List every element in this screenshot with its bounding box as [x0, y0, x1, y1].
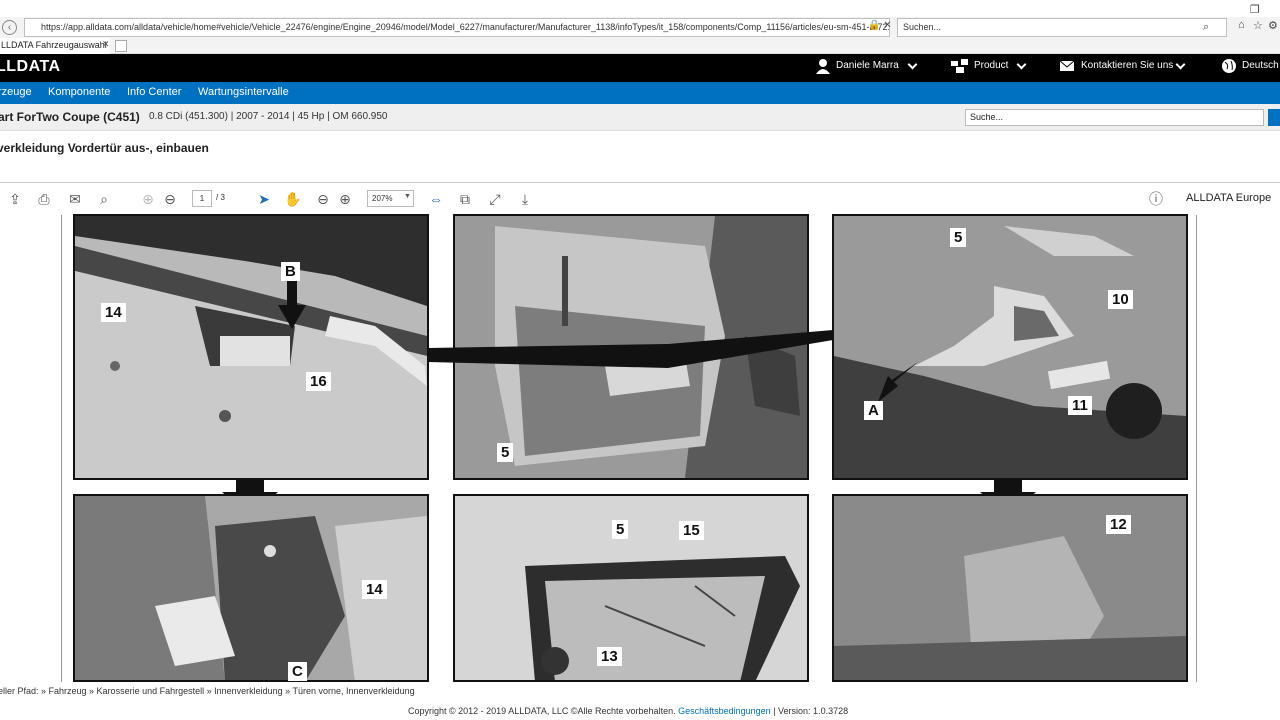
- user-icon: [816, 59, 830, 74]
- fullscreen-icon[interactable]: ⤢: [486, 190, 504, 208]
- download-icon[interactable]: ⤓: [516, 190, 534, 208]
- arrow-down-icon: [278, 305, 306, 329]
- callout-label: 14: [101, 303, 126, 322]
- home-icon[interactable]: ⌂: [1238, 19, 1245, 31]
- callout-label: B: [281, 262, 300, 281]
- tab-close-icon[interactable]: ✕: [102, 39, 110, 50]
- page-total: / 3: [216, 193, 225, 202]
- print-icon[interactable]: ⎙: [35, 190, 53, 208]
- callout-label: 5: [950, 228, 967, 247]
- browser-tab-bar: [0, 38, 1280, 54]
- envelope-icon: [1060, 61, 1074, 71]
- url-text: https://app.alldata.com/alldata/vehicle/…: [41, 22, 890, 32]
- page-title: verkleidung Vordertür aus-, einbauen: [0, 141, 209, 155]
- browser-tab[interactable]: LLDATA Fahrzeugauswahl: [0, 38, 110, 54]
- zoom-in-icon[interactable]: ⊕: [336, 190, 354, 208]
- product-menu[interactable]: Product: [974, 60, 1008, 71]
- alldata-logo: LLDATA: [0, 58, 61, 75]
- globe-icon: [1222, 59, 1236, 73]
- browser-back-icon[interactable]: ‹: [2, 20, 17, 35]
- footer: Copyright © 2012 - 2019 ALLDATA, LLC ©Al…: [408, 706, 848, 716]
- page-number-input[interactable]: 1: [192, 190, 212, 207]
- vehicle-name: art ForTwo Coupe (C451): [0, 110, 140, 124]
- new-tab-button[interactable]: [115, 40, 127, 52]
- arrow-b-icon: [287, 278, 297, 308]
- zoom-out-icon[interactable]: ⊖: [314, 190, 332, 208]
- figure-photo-6: [832, 494, 1188, 682]
- terms-link[interactable]: Geschäftsbedingungen: [678, 706, 771, 716]
- search-input[interactable]: Suche...: [965, 109, 1264, 126]
- browser-tab-title: LLDATA Fahrzeugauswahl: [1, 40, 107, 50]
- url-lock-icon: 🔒 ✕: [868, 20, 892, 31]
- document-edge: [61, 215, 62, 682]
- fit-page-icon[interactable]: ⧉: [456, 190, 474, 208]
- callout-label: 11: [1068, 396, 1092, 415]
- callout-label: 16: [306, 372, 331, 391]
- page-up-icon[interactable]: ⊕: [139, 190, 157, 208]
- user-menu[interactable]: Daniele Marra: [836, 60, 899, 71]
- nav-item-komponente[interactable]: Komponente: [48, 86, 110, 98]
- search-input-text: Suche...: [970, 112, 1004, 122]
- browser-search-icon[interactable]: ⌕: [1203, 21, 1209, 34]
- browser-url-field[interactable]: https://app.alldata.com/alldata/vehicle/…: [24, 18, 890, 37]
- arrow-a-icon: [878, 362, 918, 402]
- callout-label: C: [288, 662, 307, 681]
- favorites-star-icon[interactable]: ☆: [1253, 19, 1263, 32]
- callout-label: 5: [612, 520, 629, 539]
- callout-label: 5: [497, 443, 514, 462]
- settings-gear-icon[interactable]: ⚙: [1268, 19, 1278, 32]
- callout-label: A: [864, 401, 883, 420]
- connector-line: [428, 330, 833, 368]
- main-nav: [0, 82, 1280, 104]
- fit-width-icon[interactable]: ⇔: [427, 190, 445, 208]
- select-cursor-icon[interactable]: ➤: [255, 190, 273, 208]
- callout-label: 10: [1108, 290, 1133, 309]
- nav-item-info-center[interactable]: Info Center: [127, 86, 181, 98]
- search-icon[interactable]: ⌕: [95, 190, 113, 208]
- upload-icon[interactable]: ⇪: [6, 190, 24, 208]
- nav-item-fahrzeuge[interactable]: rzeuge: [0, 86, 32, 98]
- email-icon[interactable]: ✉: [66, 190, 84, 208]
- breadcrumb: eller Pfad: » Fahrzeug » Karosserie und …: [0, 686, 415, 696]
- help-icon[interactable]: ⓘ: [1147, 190, 1165, 208]
- callout-label: 15: [679, 521, 704, 540]
- hand-pan-icon[interactable]: ✋: [284, 190, 302, 208]
- chevron-down-icon: ▼: [404, 193, 411, 200]
- callout-label: 12: [1106, 515, 1131, 534]
- contact-menu[interactable]: Kontaktieren Sie uns: [1081, 60, 1173, 71]
- search-button[interactable]: [1268, 109, 1280, 126]
- version-text: | Version: 1.0.3728: [773, 706, 849, 716]
- figure-photo-1: [73, 214, 429, 480]
- product-icon: [951, 59, 968, 73]
- vehicle-detail: 0.8 CDi (451.300) | 2007 - 2014 | 45 Hp …: [149, 111, 388, 122]
- brand-label: ALLDATA Europe: [1186, 192, 1272, 204]
- document-edge: [1196, 215, 1197, 682]
- window-restore-icon[interactable]: ❐: [1250, 3, 1260, 16]
- browser-search-input[interactable]: Suchen...: [897, 18, 1227, 37]
- callout-label: 14: [362, 580, 387, 599]
- figure-photo-5: [453, 494, 809, 682]
- page-down-icon[interactable]: ⊖: [161, 190, 179, 208]
- copyright-text: Copyright © 2012 - 2019 ALLDATA, LLC ©Al…: [408, 706, 676, 716]
- callout-label: 13: [597, 647, 622, 666]
- figure-photo-3: [832, 214, 1188, 480]
- browser-search-text: Suchen...: [903, 22, 942, 32]
- nav-item-wartungsintervalle[interactable]: Wartungsintervalle: [198, 86, 289, 98]
- language-menu[interactable]: Deutsch: [1242, 60, 1279, 71]
